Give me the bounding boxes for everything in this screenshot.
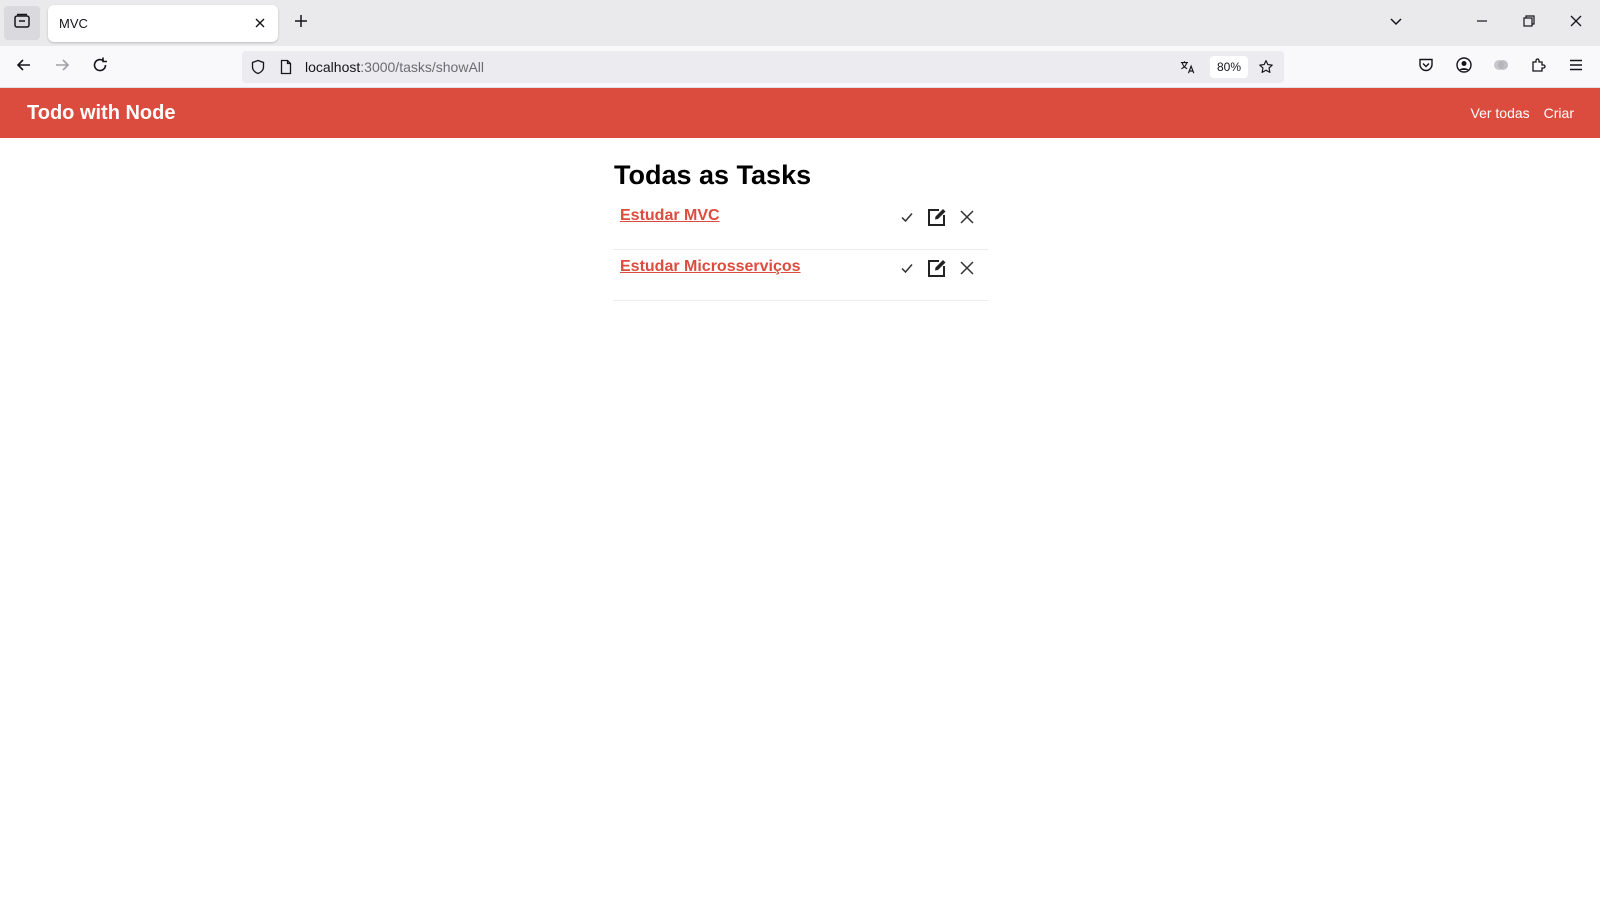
extension-icon [1492, 56, 1510, 79]
tab-overflow-button[interactable] [1385, 12, 1407, 34]
task-link[interactable]: Estudar Microsserviços [620, 258, 801, 276]
app-header: Todo with Node Ver todas Criar [0, 88, 1600, 138]
pocket-icon [1417, 56, 1435, 79]
url-path: :3000/tasks/showAll [360, 59, 484, 75]
close-icon [1569, 14, 1583, 33]
chevron-down-icon [1388, 13, 1404, 34]
page-title: Todas as Tasks [614, 160, 812, 190]
header-nav: Ver todas Criar [1471, 105, 1575, 121]
url-host: localhost [305, 59, 361, 75]
task-list: Estudar MVC Estudar Microsserviços [613, 199, 988, 301]
extensions-menu-button[interactable] [1528, 56, 1550, 78]
restore-icon [1522, 14, 1536, 33]
close-icon[interactable] [252, 15, 268, 31]
edit-icon[interactable] [926, 206, 948, 228]
plus-icon [293, 13, 309, 34]
nav-link-ver-todas[interactable]: Ver todas [1471, 105, 1530, 121]
app-menu-button[interactable] [1565, 56, 1587, 78]
task-actions [896, 257, 978, 279]
tab-list-button[interactable] [4, 6, 40, 40]
reload-icon [91, 56, 109, 79]
task-row: Estudar MVC [613, 199, 988, 250]
brand-title[interactable]: Todo with Node [27, 102, 176, 125]
delete-icon[interactable] [956, 257, 978, 279]
task-row: Estudar Microsserviços [613, 250, 988, 301]
extension-button[interactable] [1490, 56, 1512, 78]
reload-button[interactable] [88, 55, 112, 79]
pocket-button[interactable] [1415, 56, 1437, 78]
star-icon[interactable] [1258, 59, 1274, 75]
edit-icon[interactable] [926, 257, 948, 279]
url-text[interactable]: localhost:3000/tasks/showAll [305, 59, 484, 75]
new-tab-button[interactable] [290, 12, 312, 34]
forward-icon [53, 56, 71, 79]
delete-icon[interactable] [956, 206, 978, 228]
nav-link-criar[interactable]: Criar [1544, 105, 1574, 121]
translate-icon[interactable] [1180, 59, 1196, 75]
page-icon[interactable] [278, 59, 294, 75]
browser-tab[interactable]: MVC [48, 5, 278, 42]
shield-icon[interactable] [250, 59, 266, 75]
tab-list-icon [13, 12, 31, 35]
task-actions [896, 206, 978, 228]
tab-title: MVC [59, 16, 88, 31]
browser-tabbar: MVC [0, 0, 1600, 46]
puzzle-icon [1530, 56, 1548, 79]
check-icon[interactable] [896, 206, 918, 228]
zoom-level-button[interactable]: 80% [1210, 56, 1248, 78]
menu-icon [1568, 57, 1584, 78]
minimize-button[interactable] [1471, 12, 1493, 34]
browser-navbar: localhost:3000/tasks/showAll 80% [0, 46, 1600, 88]
check-icon[interactable] [896, 257, 918, 279]
account-button[interactable] [1453, 56, 1475, 78]
back-icon [15, 56, 33, 79]
minimize-icon [1475, 14, 1489, 33]
main-content: Todas as Tasks Estudar MVC Estudar Micro… [613, 160, 988, 301]
forward-button[interactable] [50, 55, 74, 79]
url-bar[interactable]: localhost:3000/tasks/showAll 80% [242, 51, 1284, 83]
account-icon [1455, 56, 1473, 79]
close-window-button[interactable] [1565, 12, 1587, 34]
restore-button[interactable] [1518, 12, 1540, 34]
task-link[interactable]: Estudar MVC [620, 207, 720, 225]
back-button[interactable] [12, 55, 36, 79]
